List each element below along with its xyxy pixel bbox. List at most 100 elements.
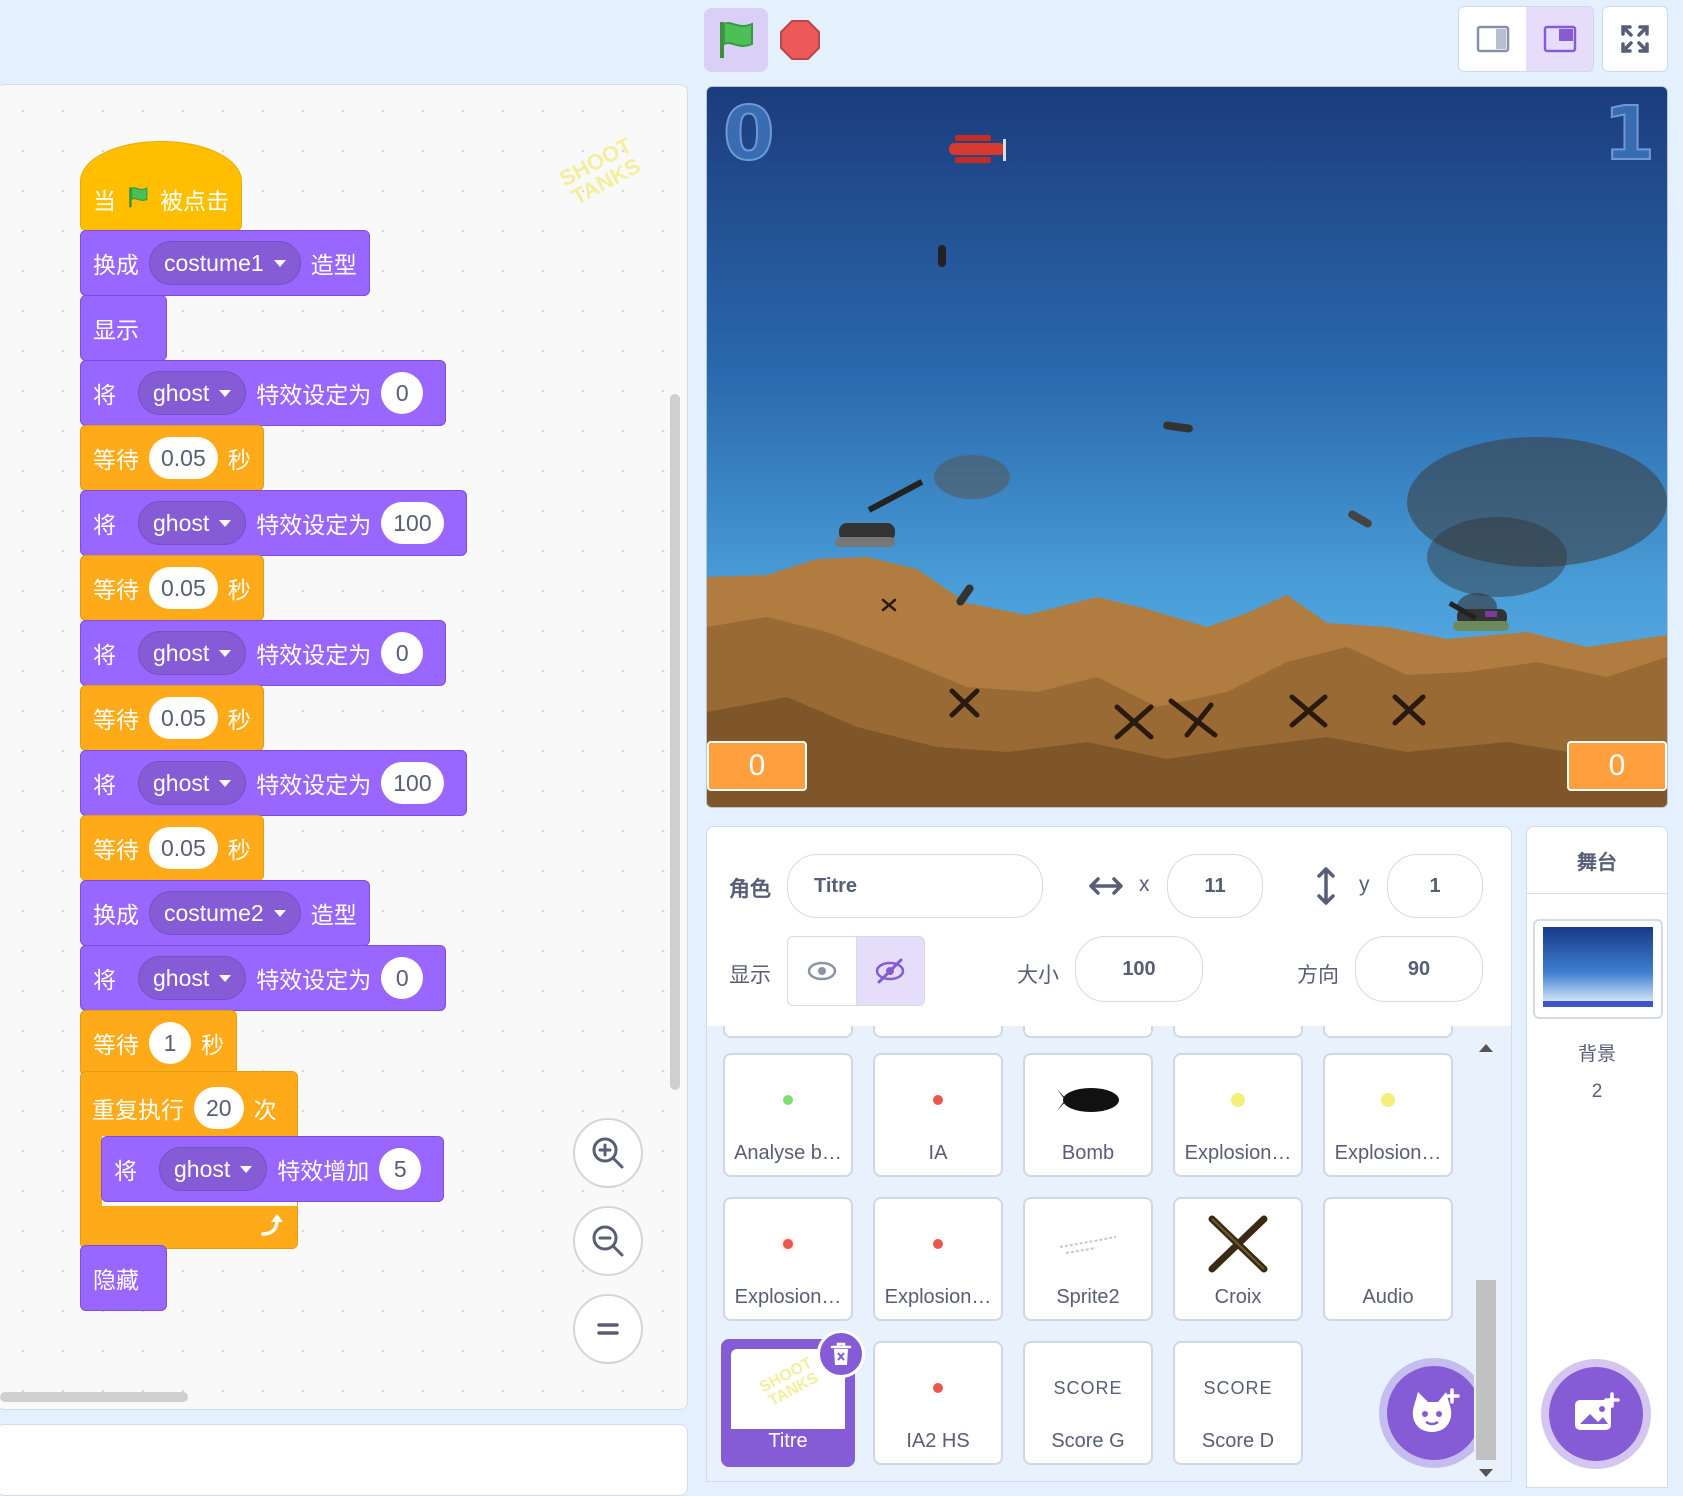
change-effect-block[interactable]: 将 ghost 特效增加 5	[101, 1136, 445, 1202]
effect-dropdown[interactable]: ghost	[159, 1147, 268, 1191]
stop-button[interactable]	[778, 18, 822, 62]
costume-dropdown[interactable]: costume2	[149, 891, 301, 935]
stage-canvas[interactable]: 0 1 0 0	[706, 86, 1668, 808]
green-flag-button[interactable]	[704, 8, 768, 72]
effect-dropdown[interactable]: ghost	[138, 371, 247, 415]
set-effect-block[interactable]: 将 ghost 特效设定为 0	[80, 360, 447, 426]
code-horizontal-scrollbar[interactable]	[0, 1392, 188, 1402]
show-sprite-button[interactable]	[788, 937, 856, 1005]
y-input[interactable]	[1387, 854, 1483, 918]
eye-slash-icon	[876, 958, 905, 984]
sprite-tile[interactable]	[1173, 1026, 1303, 1038]
bottom-panel	[0, 1424, 688, 1496]
sprite-name: Bomb	[1061, 1142, 1115, 1164]
sprite-tile[interactable]: Explosion…	[723, 1197, 853, 1321]
sprite-tile[interactable]: SCORE Score G	[1023, 1341, 1153, 1465]
scrollbar-thumb[interactable]	[1476, 1280, 1496, 1460]
wait-seconds-input[interactable]: 0.05	[149, 567, 218, 609]
backdrop-thumbnail[interactable]	[1533, 919, 1663, 1019]
effect-value-input[interactable]: 0	[381, 372, 424, 414]
small-stage-icon	[1476, 25, 1509, 53]
wait-seconds-input[interactable]: 0.05	[149, 827, 218, 869]
sprite-thumbnail	[1325, 1215, 1451, 1273]
wait-block[interactable]: 等待 1 秒	[80, 1010, 237, 1076]
size-input[interactable]	[1075, 936, 1203, 1002]
switch-costume-block[interactable]: 换成 costume2 造型	[80, 880, 370, 946]
sprite-tile[interactable]	[873, 1026, 1003, 1038]
set-effect-block[interactable]: 将 ghost 特效设定为 0	[80, 945, 447, 1011]
hide-sprite-button[interactable]	[855, 937, 924, 1005]
sprite-tile[interactable]: Analyse b…	[723, 1053, 853, 1177]
effect-value-input[interactable]: 0	[381, 632, 424, 674]
direction-input[interactable]	[1355, 936, 1483, 1002]
sprite-list-scrollbar[interactable]	[1474, 1040, 1498, 1481]
sprite-tile[interactable]: Explosion…	[873, 1197, 1003, 1321]
add-sprite-button[interactable]	[1387, 1366, 1481, 1460]
wait-block[interactable]: 等待 0.05 秒	[80, 555, 264, 621]
sprite-thumbnail: SCORE	[1053, 1377, 1123, 1398]
wait-block[interactable]: 等待 0.05 秒	[80, 425, 264, 491]
sprite-tile[interactable]: Bomb	[1023, 1053, 1153, 1177]
block-label: 当	[93, 188, 116, 214]
sprite-tile[interactable]: IA2 HS	[873, 1341, 1003, 1465]
wait-block[interactable]: 等待 0.05 秒	[80, 815, 264, 881]
effect-value-input[interactable]: 100	[381, 502, 444, 544]
delete-sprite-button[interactable]	[817, 1330, 865, 1378]
small-stage-button[interactable]	[1459, 7, 1526, 71]
sprite-label: 角色	[729, 878, 771, 901]
zoom-reset-button[interactable]	[573, 1294, 643, 1364]
block-label: 将	[93, 642, 116, 668]
sprite-tile[interactable]: Sprite2	[1023, 1197, 1153, 1321]
when-flag-clicked-block[interactable]: 当 被点击	[80, 141, 242, 231]
y-arrows-icon	[1317, 867, 1335, 905]
effect-dropdown[interactable]: ghost	[138, 956, 247, 1000]
zoom-in-button[interactable]	[573, 1118, 643, 1188]
switch-costume-block[interactable]: 换成 costume1 造型	[80, 230, 370, 296]
sprite-tile[interactable]: Croix	[1173, 1197, 1303, 1321]
code-vertical-scrollbar[interactable]	[670, 394, 680, 1090]
sprite-name-input[interactable]	[787, 854, 1043, 918]
wait-seconds-input[interactable]: 1	[149, 1022, 191, 1064]
sprite-tile[interactable]: SCORE Score D	[1173, 1341, 1303, 1465]
wait-block[interactable]: 等待 0.05 秒	[80, 685, 264, 751]
sprite-tile[interactable]: IA	[873, 1053, 1003, 1177]
effect-value-input[interactable]: 0	[381, 957, 424, 999]
red-dot-thumbnail	[933, 1383, 943, 1393]
sprite-tile[interactable]: Explosion…	[1323, 1053, 1453, 1177]
hide-block[interactable]: 隐藏	[80, 1245, 167, 1311]
repeat-count-input[interactable]: 20	[194, 1087, 244, 1129]
effect-dropdown[interactable]: ghost	[138, 501, 247, 545]
sprite-thumbnail	[1025, 1071, 1151, 1129]
costume-dropdown[interactable]: costume1	[149, 241, 301, 285]
block-label: 特效设定为	[256, 772, 372, 798]
fullscreen-button[interactable]	[1602, 6, 1668, 72]
normal-stage-button[interactable]	[1526, 7, 1593, 71]
effect-dropdown[interactable]: ghost	[138, 631, 247, 675]
sprite-tile[interactable]: Audio	[1323, 1197, 1453, 1321]
wait-seconds-input[interactable]: 0.05	[149, 437, 218, 479]
sprite-tile[interactable]	[1023, 1026, 1153, 1038]
zoom-out-button[interactable]	[573, 1206, 643, 1276]
add-backdrop-button[interactable]	[1549, 1367, 1643, 1461]
stage-target-panel[interactable]: 舞台 背景 2	[1526, 826, 1668, 1488]
wait-seconds-input[interactable]: 0.05	[149, 697, 218, 739]
sprite-name: Explosion…	[1184, 1142, 1292, 1164]
block-label: 秒	[227, 707, 251, 733]
set-effect-block[interactable]: 将 ghost 特效设定为 100	[80, 490, 467, 556]
backdrop-preview	[1543, 927, 1653, 1003]
block-label: 将	[114, 1158, 137, 1184]
effect-value-input[interactable]: 5	[379, 1148, 422, 1190]
sprite-tile[interactable]	[723, 1026, 853, 1038]
sprite-tile[interactable]: Explosion…	[1173, 1053, 1303, 1177]
set-effect-block[interactable]: 将 ghost 特效设定为 0	[80, 620, 447, 686]
set-effect-block[interactable]: 将 ghost 特效设定为 100	[80, 750, 467, 816]
green-flag-icon	[129, 187, 148, 208]
x-input[interactable]	[1167, 854, 1263, 918]
show-block[interactable]: 显示	[80, 295, 167, 361]
sprite-name: Croix	[1214, 1286, 1262, 1308]
effect-value-input[interactable]: 100	[381, 762, 444, 804]
sprite-name: Score D	[1201, 1430, 1275, 1452]
sprite-tile[interactable]	[1323, 1026, 1453, 1038]
effect-dropdown[interactable]: ghost	[138, 761, 247, 805]
block-label: 特效设定为	[256, 512, 372, 538]
